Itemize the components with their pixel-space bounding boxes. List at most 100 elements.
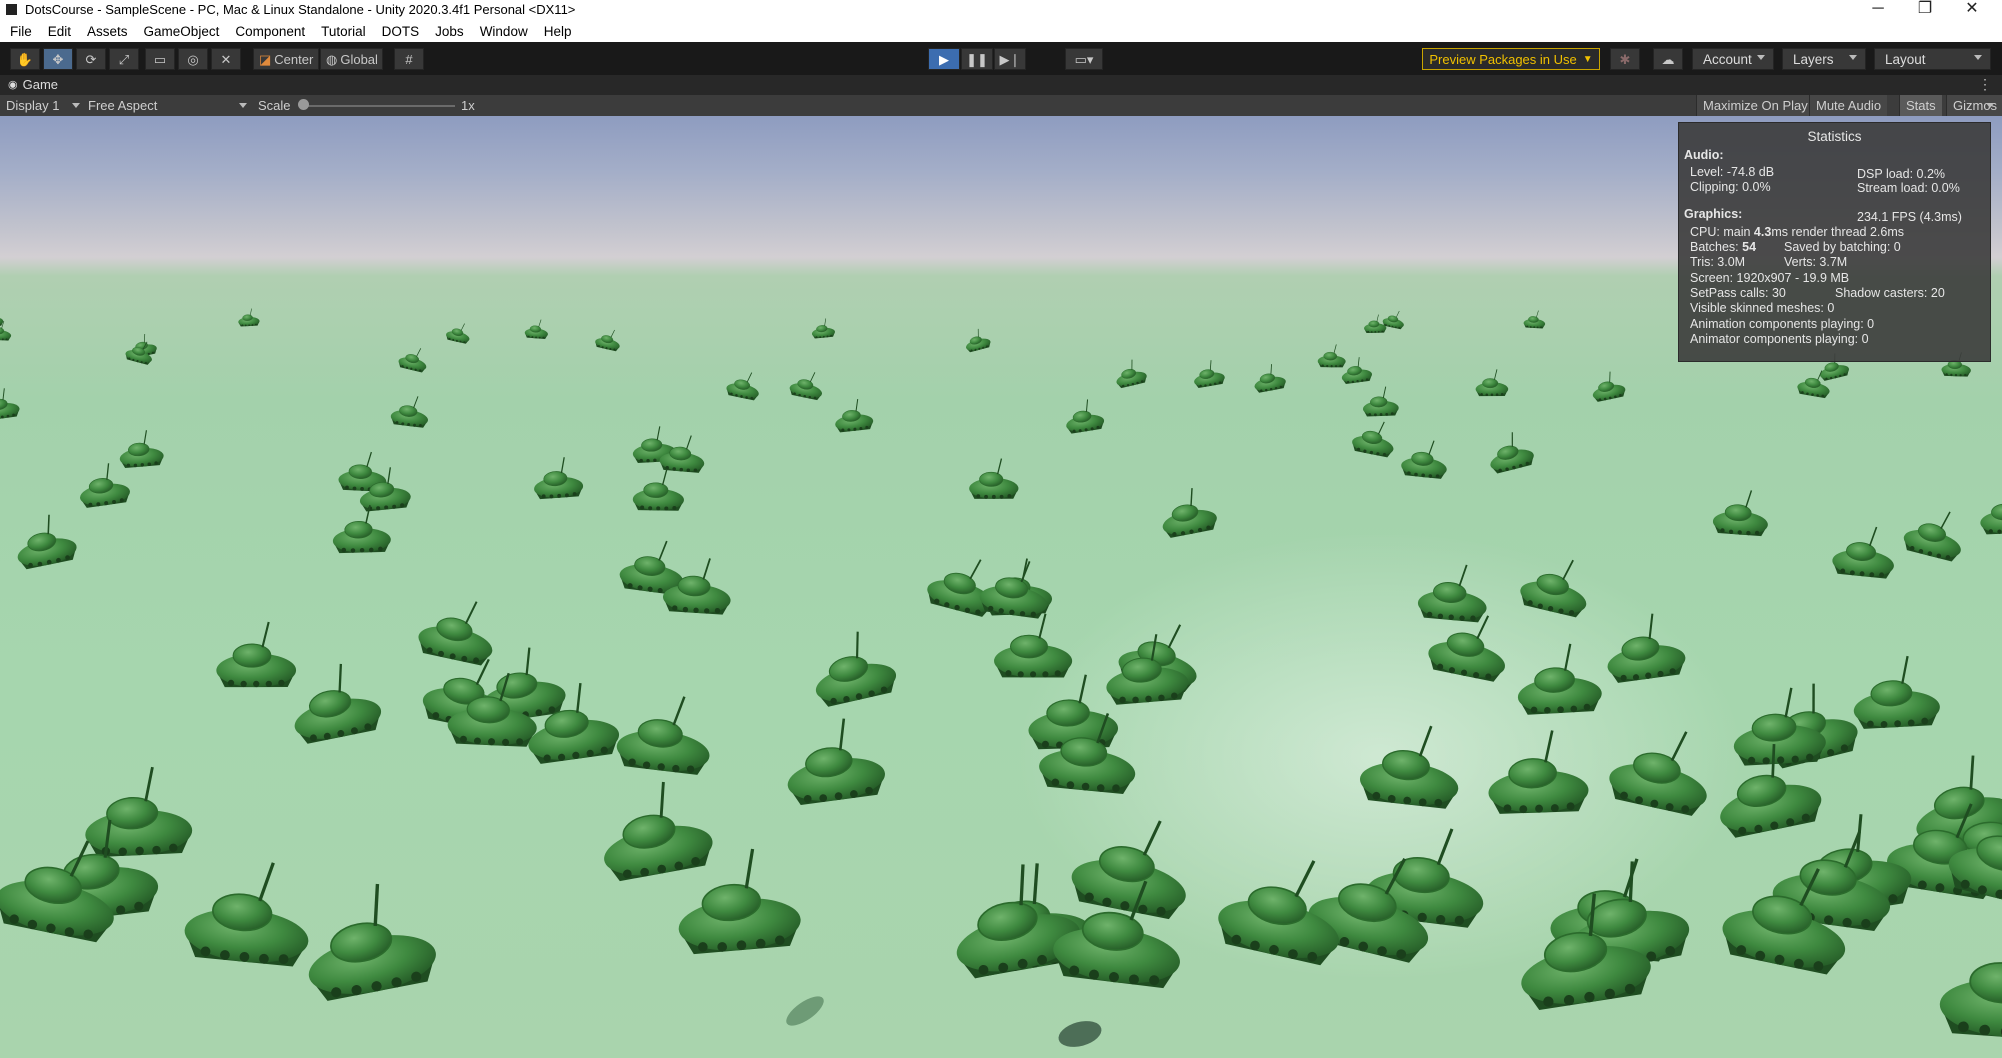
layout-dropdown[interactable]: Layout: [1874, 48, 1991, 70]
space-global-button[interactable]: ◍ Global: [320, 48, 383, 70]
batches-line: Batches: 54: [1690, 240, 1756, 254]
tank-entity: [414, 590, 503, 669]
maximize-button[interactable]: ❐: [1903, 0, 1947, 20]
layers-dropdown[interactable]: Layers: [1782, 48, 1866, 70]
tank-entity: [1830, 522, 1899, 581]
tank-entity: [283, 656, 386, 747]
tank-entity: [1065, 804, 1201, 924]
display-dropdown[interactable]: Display 1: [6, 98, 59, 113]
tank-entity: [117, 428, 165, 469]
rect-tool-icon[interactable]: ▭: [145, 48, 175, 70]
build-target-dropdown[interactable]: ▭▾: [1065, 48, 1103, 70]
menu-tutorial[interactable]: Tutorial: [321, 24, 366, 39]
tank-entity: [1356, 717, 1467, 812]
caret-icon: [239, 103, 247, 108]
tank-entity: [1711, 487, 1771, 538]
caret-icon: [72, 103, 80, 108]
tab-game-label: Game: [22, 77, 59, 92]
tank-entity: [396, 343, 431, 374]
pivot-icon: ◪: [259, 51, 272, 67]
scale-tool-icon[interactable]: ⤢: [109, 48, 139, 70]
monitor-icon: ▭▾: [1074, 51, 1094, 67]
tank-entity: [968, 457, 1020, 500]
tank-entity: [1349, 415, 1399, 459]
scale-slider-thumb[interactable]: [298, 99, 309, 110]
menu-window[interactable]: Window: [480, 24, 528, 39]
move-tool-icon[interactable]: ✥: [43, 48, 73, 70]
tank-entity: [0, 386, 21, 422]
aspect-dropdown[interactable]: Free Aspect: [88, 98, 157, 113]
mute-audio-toggle[interactable]: Mute Audio: [1809, 95, 1888, 116]
tank-entity: [613, 688, 718, 778]
tank-entity: [1600, 609, 1689, 685]
tank-entity: [1415, 560, 1492, 624]
rotate-tool-icon[interactable]: ⟳: [76, 48, 106, 70]
cpu-render-thread: ms render thread 2.6ms: [1771, 225, 1905, 239]
tank-entity: [292, 873, 443, 1006]
menu-bar: File Edit Assets GameObject Component Tu…: [0, 20, 2002, 42]
caret-icon: [1974, 55, 1982, 60]
statistics-title: Statistics: [1807, 129, 1862, 144]
audio-clipping: Clipping: 0.0%: [1690, 180, 1771, 194]
tank-entity: [215, 620, 298, 689]
tank-entity: [524, 318, 550, 340]
custom-tool-icon[interactable]: ✕: [211, 48, 241, 70]
saved-by-batching: Saved by batching: 0: [1784, 240, 1901, 254]
tank-entity: [75, 460, 133, 510]
tank-entity: [1514, 641, 1604, 717]
tank-entity: [590, 773, 718, 885]
menu-gameobject[interactable]: GameObject: [144, 24, 220, 39]
tank-entity: [1361, 385, 1400, 418]
tank-entity: [787, 367, 827, 402]
audio-level: Level: -74.8 dB: [1690, 165, 1775, 179]
transform-tool-icon[interactable]: ◎: [178, 48, 208, 70]
pause-icon: ❚❚: [966, 51, 988, 67]
menu-file[interactable]: File: [10, 24, 32, 39]
menu-help[interactable]: Help: [544, 24, 572, 39]
caret-icon: [1849, 55, 1857, 60]
tab-game[interactable]: ◉ Game: [8, 77, 58, 92]
tank-entity: [1155, 483, 1220, 540]
dsp-load: DSP load: 0.2%: [1857, 167, 1946, 181]
tank-entity: [778, 712, 889, 808]
scale-value: 1x: [461, 98, 475, 113]
minimize-button[interactable]: ─: [1856, 0, 1900, 20]
pause-button[interactable]: ❚❚: [961, 48, 993, 70]
tris-count: Tris: 3.0M: [1690, 255, 1746, 269]
step-button[interactable]: ▶❘: [994, 48, 1026, 70]
kebab-menu-icon[interactable]: ⋮: [1978, 76, 1992, 93]
scale-slider-track[interactable]: [300, 105, 455, 107]
hand-tool-icon[interactable]: ✋: [10, 48, 40, 70]
tank-entity: [1363, 314, 1387, 334]
maximize-on-play-toggle[interactable]: Maximize On Play: [1696, 95, 1814, 116]
menu-jobs[interactable]: Jobs: [435, 24, 464, 39]
collab-icon[interactable]: ✱: [1610, 48, 1640, 70]
tank-entity: [1936, 919, 2002, 1044]
tank-entity: [804, 624, 901, 710]
window-title-bar: DotsCourse - SampleScene - PC, Mac & Lin…: [0, 0, 2002, 20]
menu-assets[interactable]: Assets: [87, 24, 128, 39]
close-button[interactable]: ✕: [1950, 0, 1994, 20]
grid-snap-icon[interactable]: #: [394, 48, 424, 70]
tank-entity: [180, 853, 318, 970]
pivot-center-button[interactable]: ◪ Center: [253, 48, 319, 70]
cloud-icon[interactable]: ☁: [1653, 48, 1683, 70]
tank-entity: [237, 307, 261, 327]
tank-entity: [1025, 672, 1120, 751]
main-toolbar: ✋ ✥ ⟳ ⤢ ▭ ◎ ✕ ◪ Center ◍ Global # ▶ ❚❚ ▶…: [0, 42, 2002, 75]
stats-toggle[interactable]: Stats: [1899, 95, 1942, 116]
menu-edit[interactable]: Edit: [48, 24, 71, 39]
account-dropdown[interactable]: Account: [1692, 48, 1774, 70]
stream-load: Stream load: 0.0%: [1857, 181, 1960, 195]
menu-component[interactable]: Component: [235, 24, 305, 39]
unity-logo-icon: [6, 4, 17, 15]
tank-entity: [331, 503, 392, 555]
account-label: Account: [1703, 51, 1752, 67]
tank-entity: [992, 612, 1074, 679]
play-button[interactable]: ▶: [928, 48, 960, 70]
verts-count: Verts: 3.7M: [1784, 255, 1848, 269]
menu-dots[interactable]: DOTS: [382, 24, 420, 39]
tank-entity: [80, 763, 195, 860]
tank-entity: [1250, 361, 1288, 394]
preview-packages-button[interactable]: Preview Packages in Use ▼: [1422, 48, 1600, 70]
